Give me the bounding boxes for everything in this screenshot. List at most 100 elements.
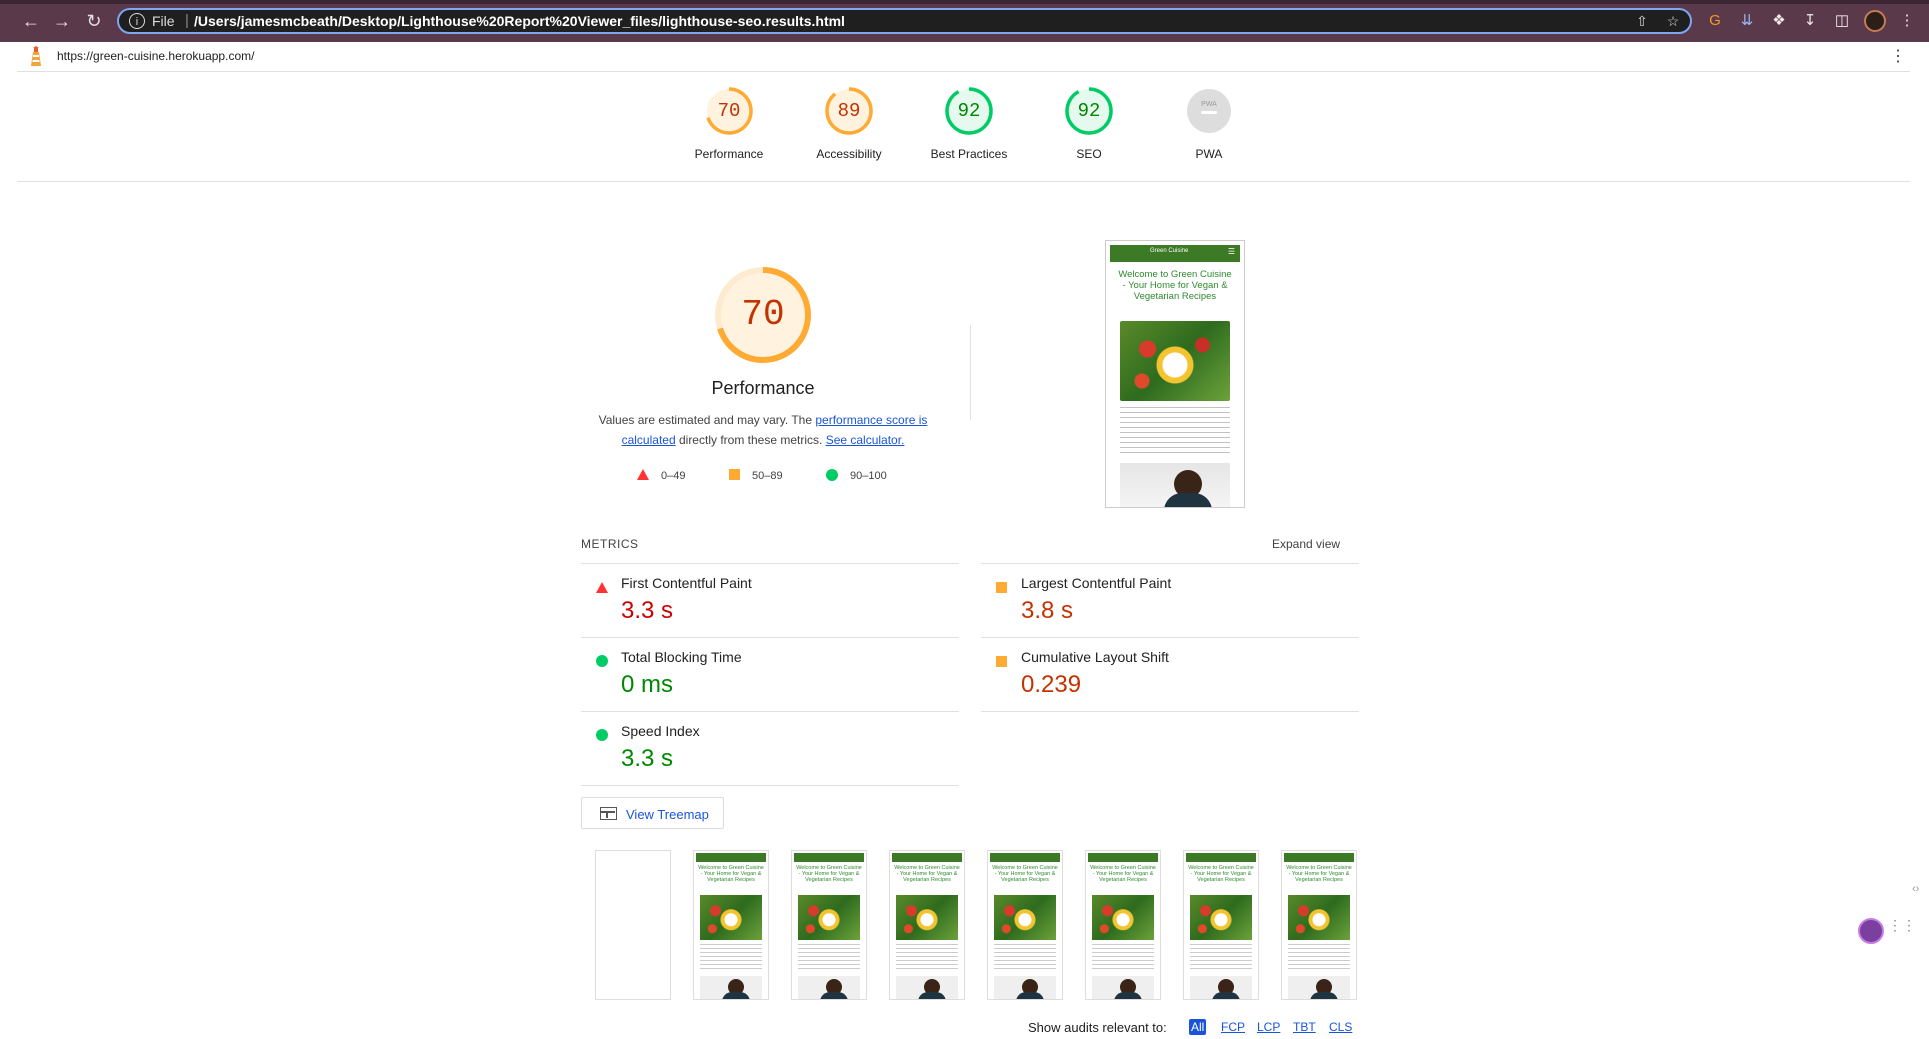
frame-site-header — [990, 853, 1060, 862]
gauge-label[interactable]: PWA — [1144, 147, 1274, 161]
legend-fail-label: 0–49 — [661, 470, 686, 482]
gauge-label[interactable]: SEO — [1024, 147, 1154, 161]
browser-toolbar: ← → ↻ i File | /Users/jamesmcbeath/Deskt… — [0, 0, 1929, 42]
frame-paragraph — [1092, 944, 1154, 972]
frame-person-body — [918, 992, 946, 999]
filmstrip-frame[interactable]: Welcome to Green Cuisine - Your Home for… — [1183, 850, 1259, 1000]
filmstrip-frame[interactable] — [595, 850, 671, 1000]
frame-paragraph — [1190, 944, 1252, 972]
filmstrip-frame[interactable]: Welcome to Green Cuisine - Your Home for… — [791, 850, 867, 1000]
metric-divider — [581, 711, 959, 712]
view-treemap-label: View Treemap — [626, 807, 709, 822]
share-icon[interactable]: ⇧ — [1634, 13, 1650, 29]
expand-view-toggle[interactable]: Expand view — [1272, 537, 1340, 551]
filter-chip-tbt[interactable]: TBT — [1291, 1019, 1318, 1035]
metric-divider — [981, 563, 1359, 564]
forward-arrow-icon[interactable]: → — [51, 10, 73, 32]
drag-handle-icon[interactable]: ⋮⋮ — [1888, 918, 1916, 932]
frame-paragraph — [1288, 944, 1350, 972]
frame-site-header — [1088, 853, 1158, 862]
site-name: Green Cuisine — [1150, 248, 1189, 254]
square-icon — [996, 580, 1007, 598]
filmstrip-frame[interactable]: Welcome to Green Cuisine - Your Home for… — [889, 850, 965, 1000]
profile-avatar[interactable] — [1864, 10, 1886, 32]
metric-value: 0 ms — [621, 671, 674, 698]
gauge-label[interactable]: Accessibility — [784, 147, 914, 161]
filmstrip-frame[interactable]: Welcome to Green Cuisine - Your Home for… — [693, 850, 769, 1000]
filter-chip-all[interactable]: All — [1189, 1019, 1207, 1035]
circle-icon — [596, 728, 608, 746]
see-calculator-link[interactable]: See calculator. — [826, 433, 905, 447]
filmstrip-frame[interactable]: Welcome to Green Cuisine - Your Home for… — [1281, 850, 1357, 1000]
desc-text-2: directly from these metrics. — [675, 433, 826, 447]
frame-heading: Welcome to Green Cuisine - Your Home for… — [1188, 865, 1254, 883]
performance-big-score: 70 — [741, 294, 785, 335]
assistant-widget-icon[interactable] — [1858, 918, 1884, 944]
metric-name: First Contentful Paint — [621, 575, 752, 591]
gauge-score: 92 — [1077, 100, 1101, 122]
site-header: Green Cuisine ☰ — [1110, 245, 1240, 262]
reload-icon[interactable]: ↻ — [83, 10, 105, 32]
desc-text-1: Values are estimated and may vary. The — [598, 413, 816, 427]
frame-site-header — [1284, 853, 1354, 862]
frame-food-image — [1190, 895, 1252, 940]
browser-menu-icon[interactable]: ⋮ — [1897, 11, 1917, 31]
filter-chip-fcp[interactable]: FCP — [1219, 1019, 1247, 1035]
topbar-divider — [17, 71, 1910, 72]
metric-name: Speed Index — [621, 723, 700, 739]
hamburger-icon: ☰ — [1227, 247, 1235, 256]
food-image — [1120, 321, 1230, 401]
metric-divider — [581, 563, 959, 564]
legend-average: 50–89 — [729, 469, 783, 482]
treemap-icon — [600, 807, 617, 820]
frame-person-body — [1114, 992, 1142, 999]
legend-pass: 90–100 — [826, 469, 887, 482]
frame-paragraph — [798, 944, 860, 972]
extension-g-icon[interactable]: G — [1705, 11, 1725, 31]
address-text[interactable]: /Users/jamesmcbeath/Desktop/Lighthouse%2… — [194, 13, 845, 29]
frame-heading: Welcome to Green Cuisine - Your Home for… — [1090, 865, 1156, 883]
gauge-label[interactable]: Performance — [664, 147, 794, 161]
filter-chip-lcp[interactable]: LCP — [1255, 1019, 1282, 1035]
download-icon[interactable]: ↧ — [1800, 11, 1820, 31]
address-bar[interactable]: i File | /Users/jamesmcbeath/Desktop/Lig… — [117, 8, 1692, 34]
legend-pass-label: 90–100 — [850, 470, 887, 482]
performance-description: Values are estimated and may vary. The p… — [593, 410, 933, 450]
frame-person-body — [1212, 992, 1240, 999]
report-url[interactable]: https://green-cuisine.herokuapp.com/ — [57, 49, 254, 63]
extensions-puzzle-icon[interactable]: ❖ — [1769, 11, 1789, 31]
final-screenshot[interactable]: Green Cuisine ☰ Welcome to Green Cuisine… — [1105, 240, 1245, 508]
report-menu-icon[interactable]: ⋮ — [1890, 46, 1906, 66]
gauge-label[interactable]: Best Practices — [904, 147, 1034, 161]
vertical-divider — [970, 325, 971, 420]
view-treemap-button[interactable]: View Treemap — [581, 797, 724, 829]
site-paragraph — [1120, 407, 1230, 457]
audit-filter-label: Show audits relevant to: — [1028, 1020, 1167, 1035]
legend-fail: 0–49 — [637, 469, 685, 482]
metric-value: 0.239 — [1021, 671, 1082, 698]
frame-heading: Welcome to Green Cuisine - Your Home for… — [1286, 865, 1352, 883]
frame-food-image — [798, 895, 860, 940]
gauge-score: 89 — [837, 100, 861, 122]
frame-person-body — [1016, 992, 1044, 999]
frame-heading: Welcome to Green Cuisine - Your Home for… — [992, 865, 1058, 883]
filmstrip-frame[interactable]: Welcome to Green Cuisine - Your Home for… — [987, 850, 1063, 1000]
frame-heading: Welcome to Green Cuisine - Your Home for… — [796, 865, 862, 883]
frame-food-image — [1092, 895, 1154, 940]
address-separator: | — [185, 12, 189, 29]
gauge-pwa-ring[interactable]: PWA — [1184, 86, 1234, 136]
metric-name: Total Blocking Time — [621, 649, 742, 665]
back-arrow-icon[interactable]: ← — [20, 10, 42, 32]
side-panel-icon[interactable]: ◫ — [1832, 11, 1852, 31]
extension-dropper-icon[interactable]: ⇊ — [1737, 11, 1757, 31]
collapse-arrows-icon[interactable]: ‹› — [1912, 883, 1919, 895]
frame-food-image — [994, 895, 1056, 940]
info-icon[interactable]: i — [129, 13, 145, 29]
filter-chip-cls[interactable]: CLS — [1327, 1019, 1354, 1035]
filmstrip-frame[interactable]: Welcome to Green Cuisine - Your Home for… — [1085, 850, 1161, 1000]
metric-value: 3.3 s — [621, 597, 674, 624]
metric-name: Largest Contentful Paint — [1021, 575, 1172, 591]
metric-divider — [981, 637, 1359, 638]
bookmark-star-icon[interactable]: ☆ — [1665, 13, 1681, 29]
legend-average-label: 50–89 — [752, 470, 783, 482]
